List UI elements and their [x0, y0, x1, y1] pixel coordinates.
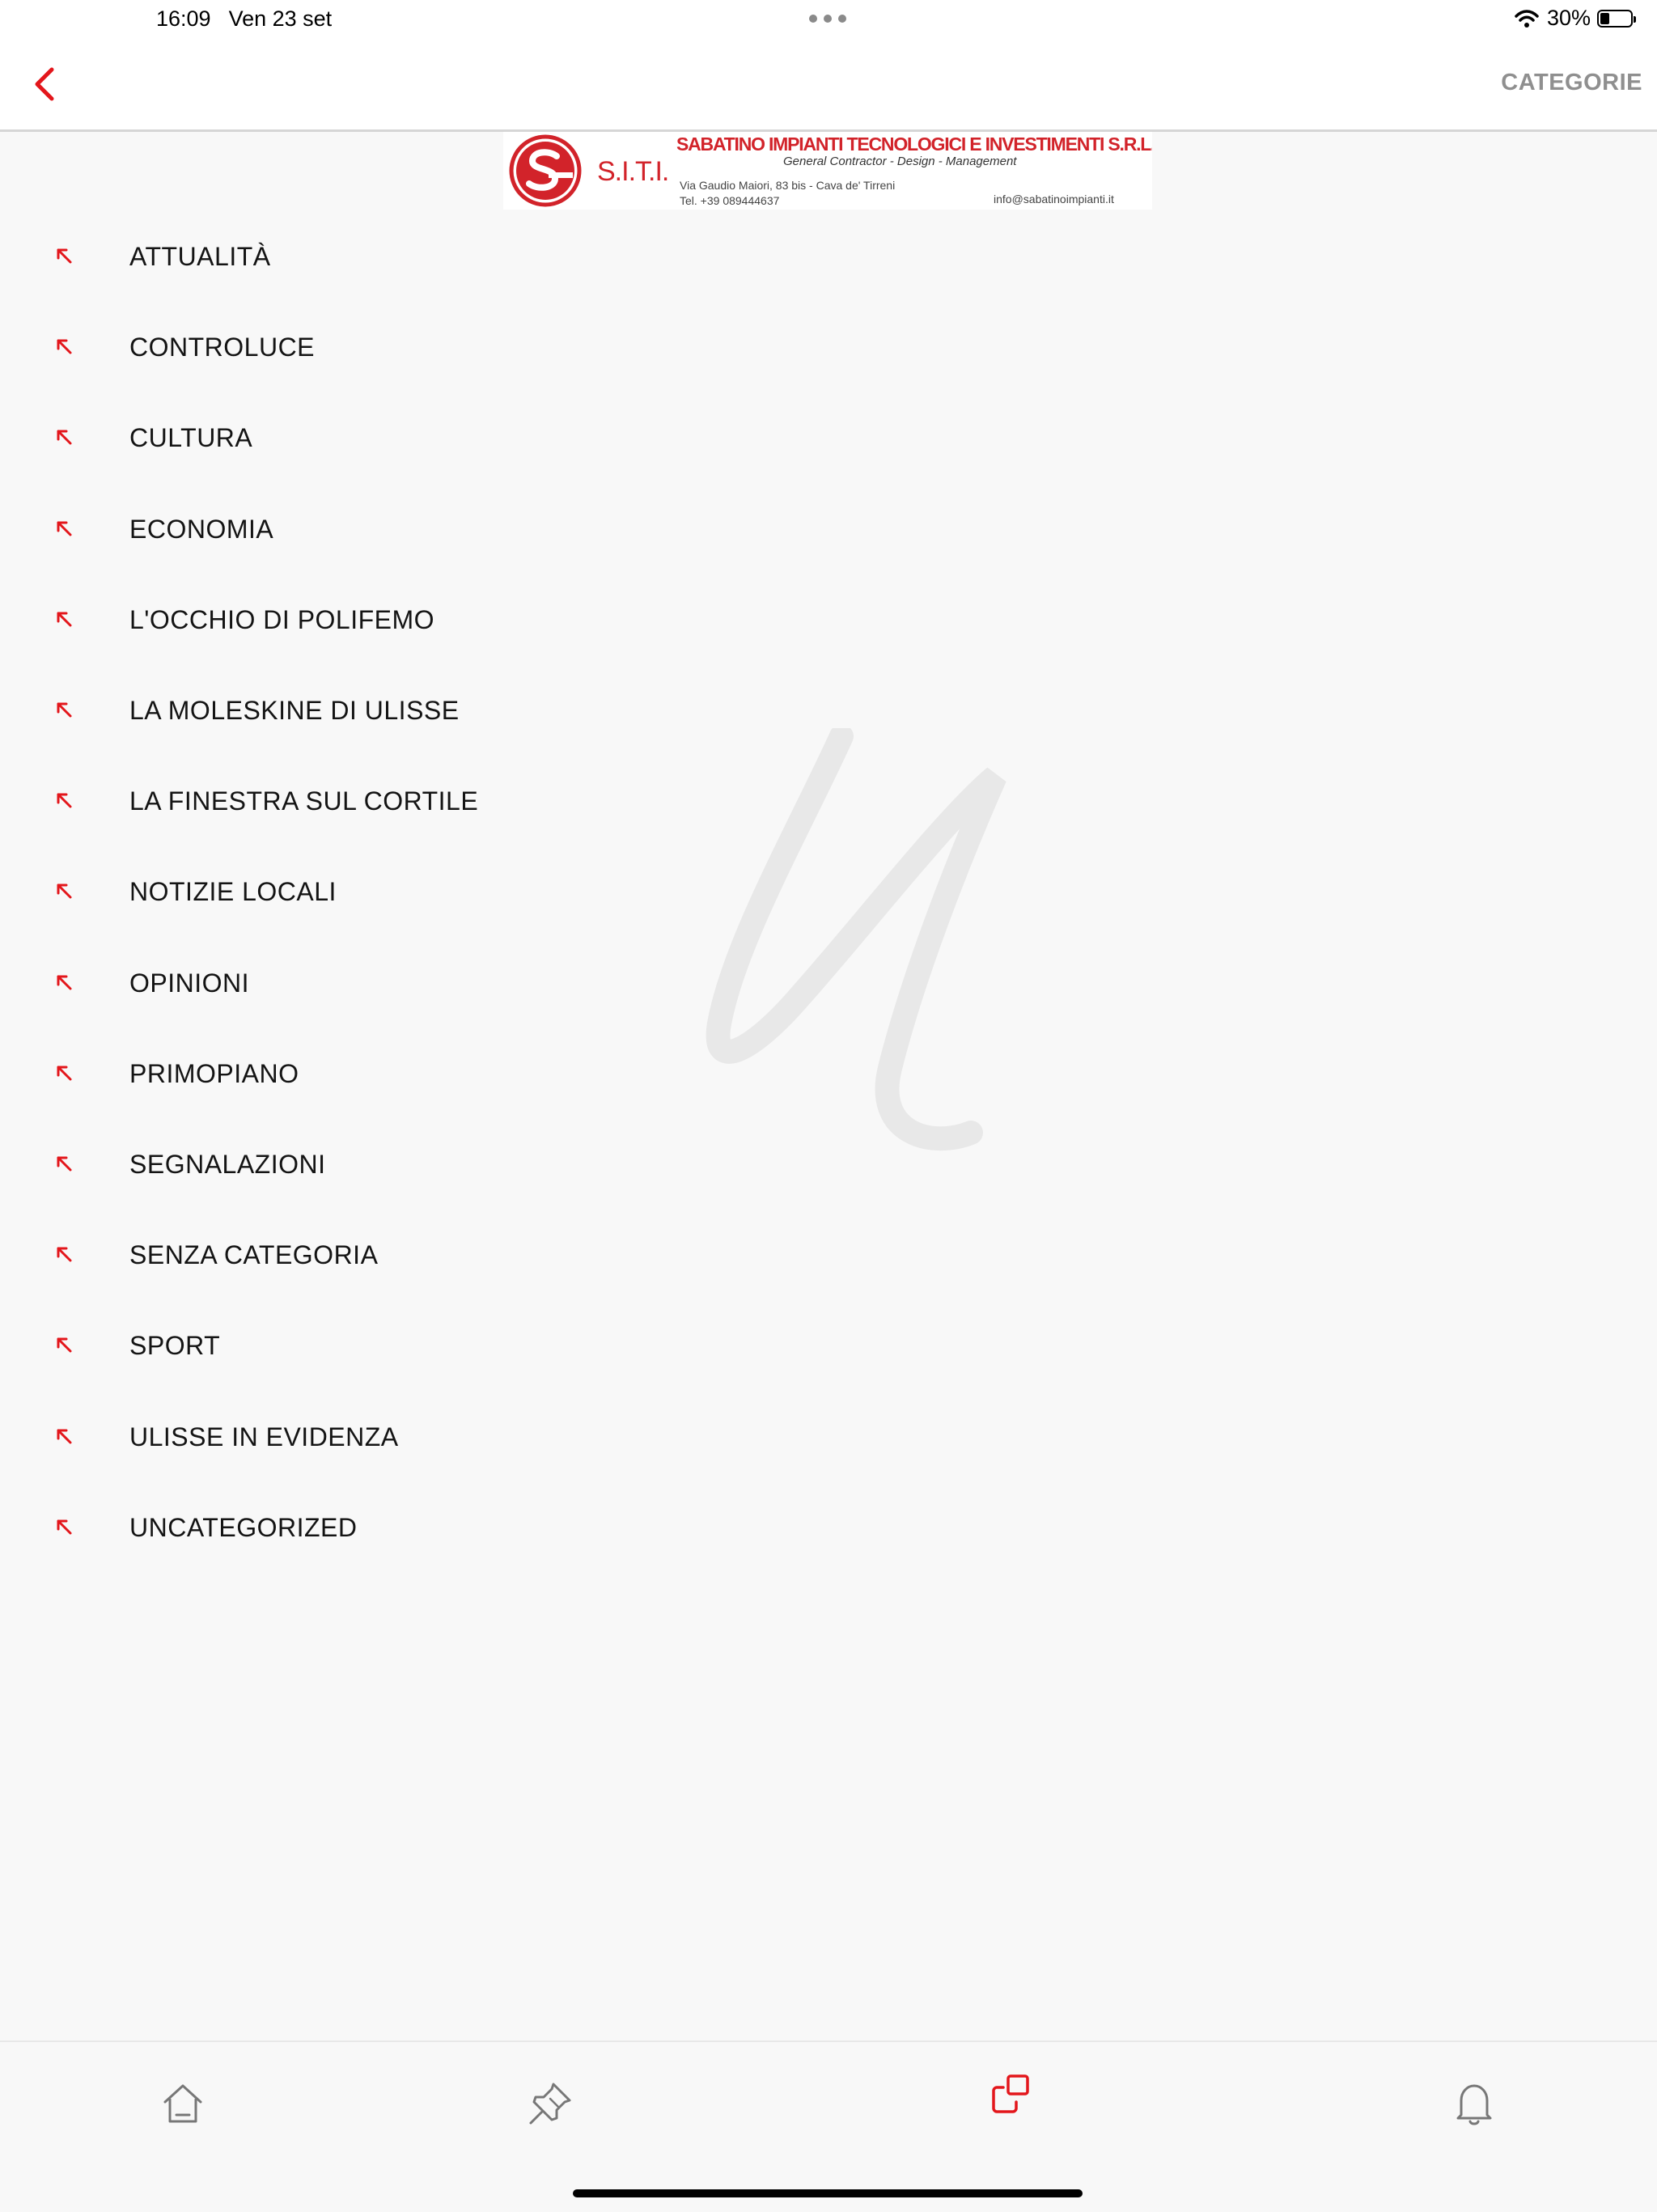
bottom-tab-bar	[0, 2040, 1657, 2212]
category-label: CULTURA	[129, 423, 253, 453]
category-label: LA MOLESKINE DI ULISSE	[129, 696, 460, 725]
category-label: UNCATEGORIZED	[129, 1512, 358, 1542]
arrow-up-left-icon	[57, 1337, 72, 1353]
category-label: NOTIZIE LOCALI	[129, 877, 337, 907]
category-item[interactable]: LA FINESTRA SUL CORTILE	[0, 769, 566, 833]
banner-tagline: General Contractor - Design - Management	[783, 155, 1017, 168]
category-item[interactable]: UNCATEGORIZED	[0, 1495, 566, 1560]
banner-address: Via Gaudio Maiori, 83 bis - Cava de' Tir…	[680, 178, 895, 209]
arrow-up-left-icon	[57, 521, 72, 536]
category-label: LA FINESTRA SUL CORTILE	[129, 786, 479, 816]
category-label: CONTROLUCE	[129, 333, 316, 362]
category-item[interactable]: ATTUALITÀ	[0, 224, 566, 289]
category-item[interactable]: ECONOMIA	[0, 497, 566, 561]
banner-logo-text: S.I.T.I.	[597, 156, 669, 187]
arrow-up-left-icon	[57, 430, 72, 445]
home-indicator[interactable]	[573, 2189, 1083, 2197]
status-clock: 16:09	[156, 6, 211, 31]
category-item[interactable]: CONTROLUCE	[0, 315, 566, 379]
banner-phone: Tel. +39 089444637	[680, 194, 780, 207]
category-item[interactable]: SENZA CATEGORIA	[0, 1223, 566, 1287]
status-date: Ven 23 set	[228, 6, 333, 31]
category-item[interactable]: LA MOLESKINE DI ULISSE	[0, 678, 566, 743]
arrow-up-left-icon	[57, 612, 72, 627]
siti-logo-icon	[509, 134, 582, 207]
arrow-up-left-icon	[57, 975, 72, 990]
battery-fill	[1600, 12, 1609, 24]
page-title: CATEGORIE	[1501, 70, 1642, 95]
arrow-up-left-icon	[57, 1247, 72, 1262]
arrow-up-left-icon	[57, 1066, 72, 1081]
category-label: OPINIONI	[129, 968, 250, 998]
category-label: SENZA CATEGORIA	[129, 1240, 379, 1270]
home-icon[interactable]	[159, 2079, 207, 2128]
arrow-up-left-icon	[57, 702, 72, 718]
category-item[interactable]: L'OCCHIO DI POLIFEMO	[0, 587, 566, 652]
bell-icon[interactable]	[1450, 2079, 1498, 2128]
arrow-up-left-icon	[57, 793, 72, 808]
category-item[interactable]: CULTURA	[0, 405, 566, 470]
pin-icon[interactable]	[526, 2079, 574, 2128]
category-item[interactable]: PRIMOPIANO	[0, 1041, 566, 1106]
watermark-logo	[706, 728, 1006, 1151]
category-item[interactable]: OPINIONI	[0, 951, 566, 1015]
ad-banner[interactable]: S.I.T.I. SABATINO IMPIANTI TECNOLOGICI E…	[503, 132, 1152, 210]
arrow-up-left-icon	[57, 884, 72, 899]
category-label: SPORT	[129, 1331, 221, 1361]
category-item[interactable]: SPORT	[0, 1313, 566, 1378]
category-label: ECONOMIA	[129, 514, 274, 544]
category-label: ATTUALITÀ	[129, 242, 271, 271]
battery-icon	[1597, 9, 1636, 28]
arrow-up-left-icon	[57, 339, 72, 354]
category-label: L'OCCHIO DI POLIFEMO	[129, 604, 435, 634]
category-label: ULISSE IN EVIDENZA	[129, 1422, 399, 1451]
multitasking-dots-icon[interactable]	[809, 15, 846, 23]
back-chevron-icon[interactable]	[29, 65, 61, 104]
arrow-up-left-icon	[57, 1156, 72, 1172]
category-item[interactable]: SEGNALAZIONI	[0, 1132, 566, 1197]
status-time: 16:09 Ven 23 set	[156, 6, 350, 32]
top-bar: 16:09 Ven 23 set 30% CATEGORIE	[0, 0, 1657, 132]
category-label: PRIMOPIANO	[129, 1058, 299, 1088]
arrow-up-left-icon	[57, 248, 72, 264]
arrow-up-left-icon	[57, 1519, 72, 1535]
arrow-up-left-icon	[57, 1429, 72, 1444]
categories-icon[interactable]	[989, 2071, 1037, 2120]
category-item[interactable]: NOTIZIE LOCALI	[0, 859, 566, 924]
status-indicators: 30%	[1515, 6, 1636, 31]
category-item[interactable]: ULISSE IN EVIDENZA	[0, 1405, 566, 1469]
banner-company: SABATINO IMPIANTI TECNOLOGICI E INVESTIM…	[676, 133, 1152, 155]
banner-email: info@sabatinoimpianti.it	[994, 193, 1114, 206]
battery-percent: 30%	[1546, 6, 1591, 30]
banner-address-line1: Via Gaudio Maiori, 83 bis - Cava de' Tir…	[680, 179, 896, 192]
category-label: SEGNALAZIONI	[129, 1150, 326, 1179]
wifi-icon	[1515, 9, 1539, 28]
